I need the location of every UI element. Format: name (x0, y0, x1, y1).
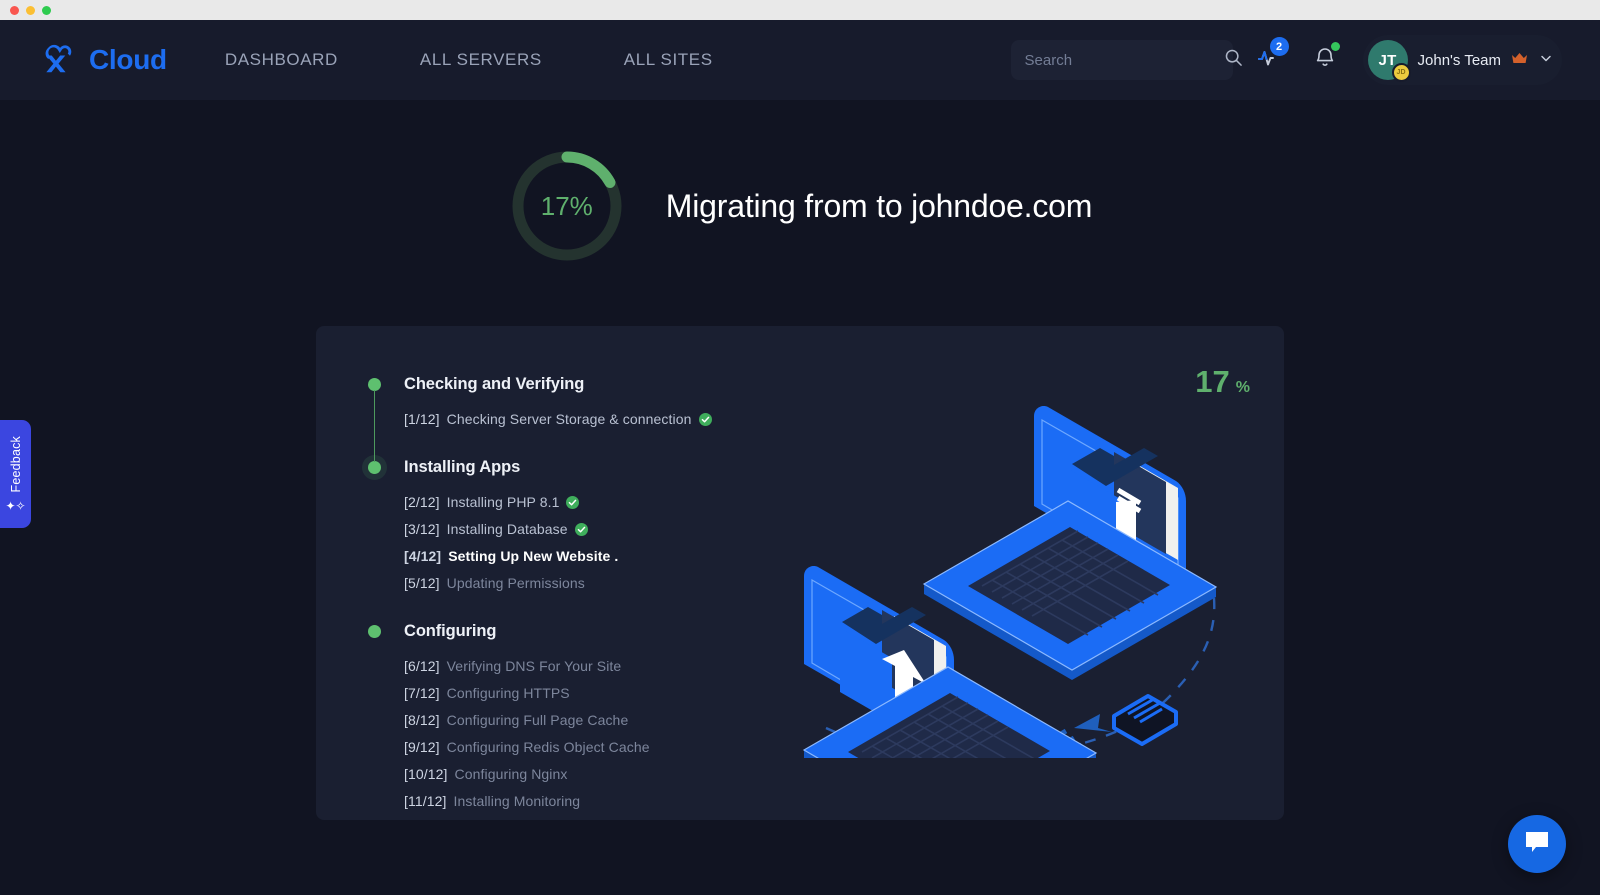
page: Cloud DASHBOARD ALL SERVERS ALL SITES Se… (0, 20, 1600, 895)
step-task-index: [11/12] (404, 793, 447, 809)
step-group: Configuring [6/12] Verifying DNS For Your … (362, 617, 792, 809)
search-box[interactable] (1010, 40, 1242, 80)
step-group-header: Installing Apps (362, 453, 792, 481)
step-task-index: [6/12] (404, 658, 440, 674)
close-traffic-light[interactable] (10, 5, 19, 15)
step-task-index: [1/12] (404, 411, 440, 427)
header-actions: 2 JT JD John's Te (1010, 20, 1562, 100)
step-task: [10/12] Configuring Nginx (404, 766, 792, 782)
feedback-label: Feedback (8, 436, 23, 493)
step-task: [11/12] Installing Monitoring (404, 793, 792, 809)
card-percent-number: 17 (1195, 364, 1230, 399)
avatar: JT JD (1367, 40, 1411, 82)
cloud-x-logo-icon (38, 43, 80, 77)
step-task-label: Configuring Full Page Cache (446, 712, 629, 728)
step-task-index: [10/12] (404, 766, 448, 782)
feedback-tab[interactable]: Feedback ✦✧ (0, 420, 31, 528)
step-task: [5/12] Updating Permissions (404, 575, 792, 591)
step-connector-line (373, 390, 375, 462)
steps-list: Checking and Verifying [1/12] Checking Ser… (362, 370, 792, 809)
crown-icon (1511, 52, 1528, 68)
step-status-dot (368, 461, 381, 474)
step-status-dot (368, 625, 381, 638)
notification-unread-dot (1330, 42, 1340, 51)
nav-item-all-sites[interactable]: ALL SITES (624, 42, 713, 78)
step-task-index: [8/12] (404, 712, 440, 728)
step-task: [6/12] Verifying DNS For Your Site (404, 658, 792, 674)
step-task-index: [9/12] (404, 739, 440, 755)
step-task-label: Configuring HTTPS (446, 685, 570, 701)
brand-name: Cloud (89, 44, 167, 75)
search-input[interactable] (1024, 51, 1224, 69)
step-group-header: Checking and Verifying (362, 370, 792, 398)
user-menu[interactable]: JT JD John's Team (1362, 35, 1562, 85)
migration-steps-card: 17 % Checking and Verifying [1/12] Checkin… (316, 326, 1284, 820)
progress-ring: 17% (508, 147, 626, 265)
step-task-label: Updating Permissions (446, 575, 585, 591)
step-task: [3/12] Installing Database (404, 521, 792, 537)
step-task-label: Verifying DNS For Your Site (446, 658, 622, 674)
chevron-down-icon[interactable] (1538, 51, 1552, 69)
step-task-label: Configuring Redis Object Cache (446, 739, 650, 755)
user-team-name: John's Team (1417, 51, 1501, 69)
card-percent-symbol: % (1235, 379, 1250, 396)
check-circle-icon (698, 412, 712, 426)
chat-bubble-icon (1523, 829, 1551, 860)
step-task-label: Checking Server Storage & connection (446, 411, 692, 427)
step-task: [8/12] Configuring Full Page Cache (404, 712, 792, 728)
check-circle-icon (574, 522, 588, 536)
step-task-index: [2/12] (404, 494, 440, 510)
step-task-label: Installing Monitoring (453, 793, 581, 809)
card-percent: 17 % (1195, 364, 1250, 400)
maximize-traffic-light[interactable] (42, 5, 51, 15)
progress-ring-label: 17% (540, 190, 593, 221)
migration-illustration (796, 398, 1266, 820)
notifications-button[interactable] (1303, 40, 1347, 80)
brand-logo-link[interactable]: Cloud (38, 43, 167, 77)
avatar-sub-initials: JD (1391, 63, 1411, 82)
app-header: Cloud DASHBOARD ALL SERVERS ALL SITES Se… (0, 20, 1600, 100)
search-icon[interactable] (1224, 48, 1243, 72)
nav-item-all-servers[interactable]: ALL SERVERS (420, 42, 542, 78)
chat-support-button[interactable] (1508, 815, 1566, 873)
minimize-traffic-light[interactable] (26, 5, 35, 15)
check-circle-icon (566, 495, 580, 509)
migration-progress-hero: 17% Migrating from to johndoe.com (0, 147, 1600, 265)
step-group-title: Installing Apps (404, 457, 521, 476)
step-task: [4/12] Setting Up New Website . (404, 548, 792, 564)
step-task: [9/12] Configuring Redis Object Cache (404, 739, 792, 755)
step-task-label: Installing Database (446, 521, 568, 537)
sparkles-icon: ✦✧ (5, 498, 26, 513)
step-task-label: Installing PHP 8.1 (446, 494, 560, 510)
activity-badge: 2 (1269, 37, 1289, 56)
page-title: Migrating from to johndoe.com (665, 187, 1093, 224)
app-root: Cloud DASHBOARD ALL SERVERS ALL SITES Se… (0, 0, 1600, 895)
step-task-index: [5/12] (404, 575, 440, 591)
step-task-index: [3/12] (404, 521, 440, 537)
step-task-index: [7/12] (404, 685, 440, 701)
step-task-label: Setting Up New Website . (448, 548, 619, 564)
step-task-index: [4/12] (404, 548, 442, 564)
step-group: Checking and Verifying [1/12] Checking Ser… (362, 370, 792, 427)
nav-item-dashboard[interactable]: DASHBOARD (225, 42, 338, 78)
step-task-label: Configuring Nginx (454, 766, 568, 782)
step-task: [2/12] Installing PHP 8.1 (404, 494, 792, 510)
step-task: [1/12] Checking Server Storage & connecti… (404, 411, 792, 427)
step-task: [7/12] Configuring HTTPS (404, 685, 792, 701)
step-group-header: Configuring (362, 617, 792, 645)
window-chrome (0, 0, 1600, 20)
step-group-title: Configuring (404, 621, 497, 640)
step-group: Installing Apps [2/12] Installing PHP 8.1[… (362, 453, 792, 591)
activity-button[interactable]: 2 (1247, 37, 1291, 80)
main-nav: DASHBOARD ALL SERVERS ALL SITES (225, 42, 795, 78)
step-group-title: Checking and Verifying (404, 374, 585, 393)
